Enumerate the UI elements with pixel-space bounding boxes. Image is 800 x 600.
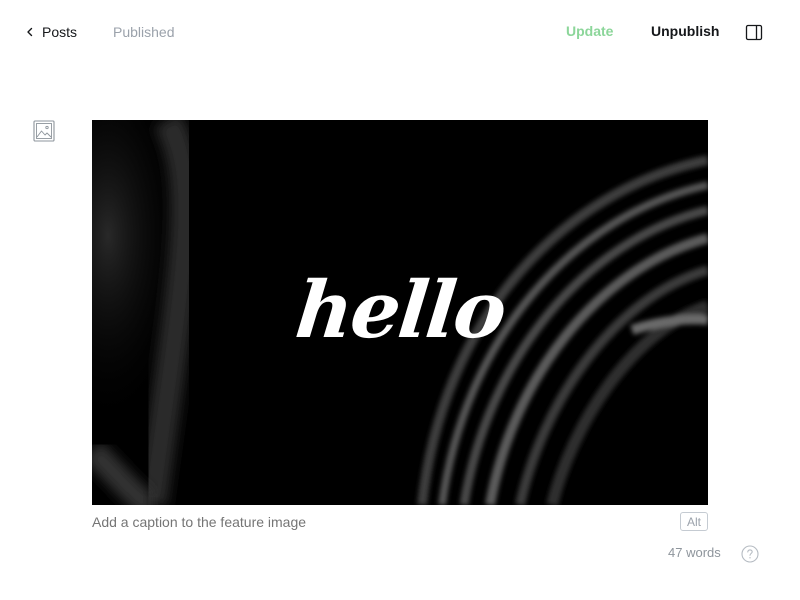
alt-text-button[interactable]: Alt [680, 512, 708, 531]
update-button[interactable]: Update [566, 23, 613, 39]
feature-image-text: hello [291, 265, 509, 356]
unpublish-button[interactable]: Unpublish [651, 23, 719, 39]
sidebar-toggle-icon[interactable] [745, 24, 763, 41]
editor-header: Posts Published Update Unpublish [0, 0, 800, 64]
image-icon[interactable] [33, 120, 55, 142]
back-label: Posts [42, 24, 78, 40]
back-to-posts-link[interactable]: Posts [26, 22, 77, 42]
chevron-left-icon [26, 27, 34, 37]
feature-image-caption-input[interactable] [92, 514, 652, 530]
question-icon[interactable] [741, 545, 759, 563]
post-status: Published [113, 24, 175, 40]
post-editor: Posts Published Update Unpublish hello A… [0, 0, 800, 600]
feature-image[interactable]: hello [92, 120, 708, 505]
word-count: 47 words [668, 545, 721, 560]
